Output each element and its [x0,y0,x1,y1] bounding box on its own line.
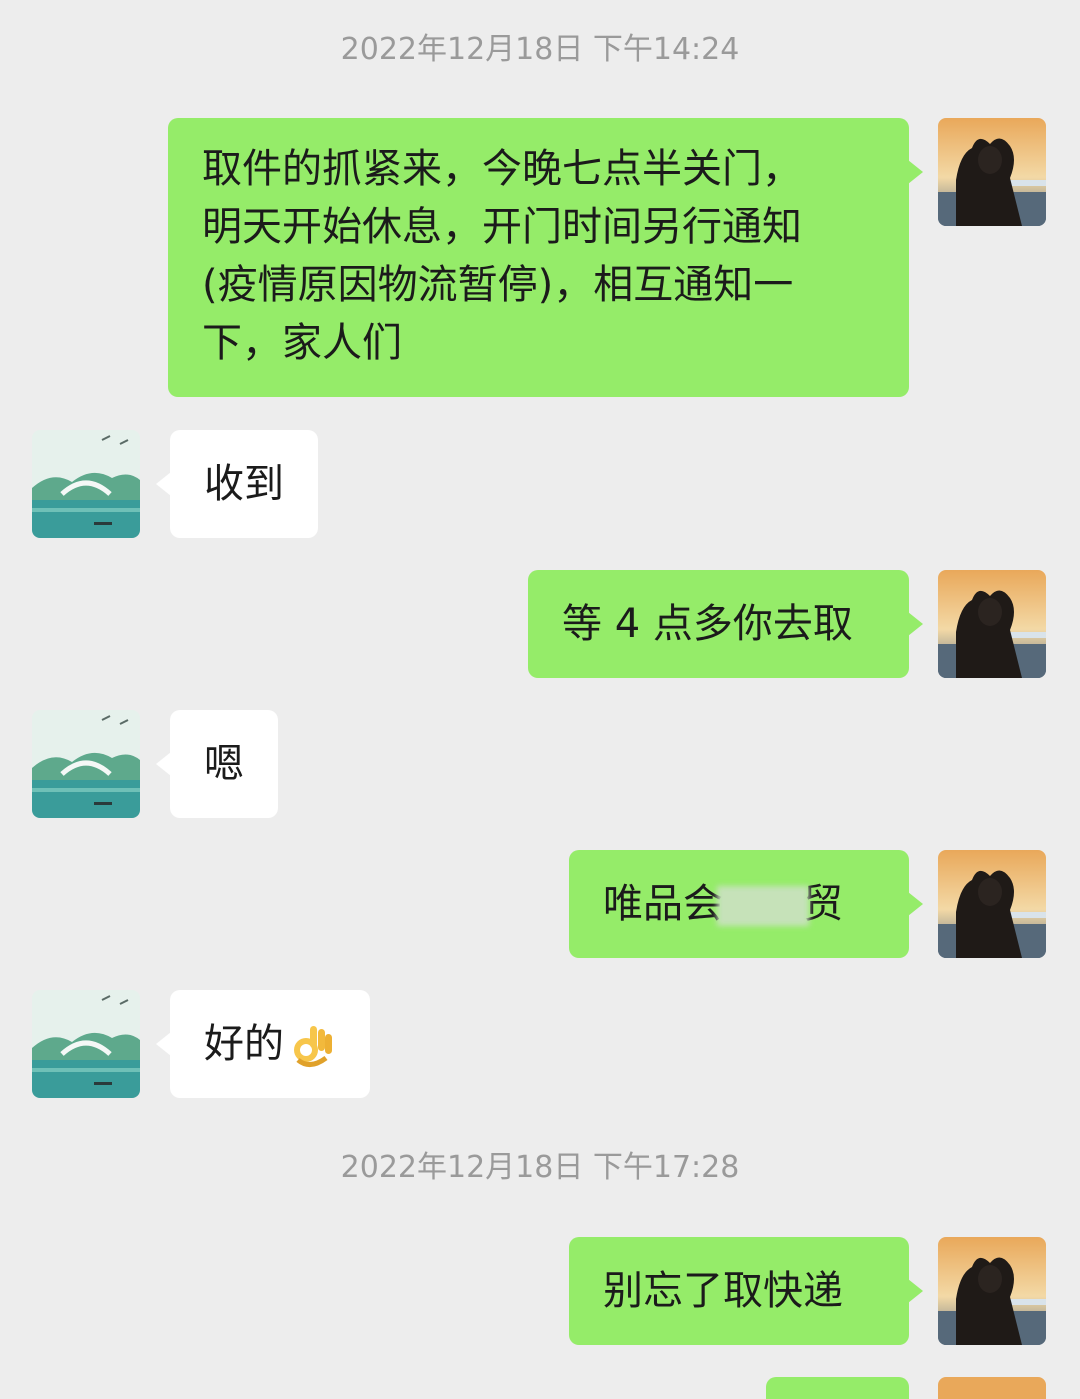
contact-avatar[interactable] [32,990,140,1098]
message-text: 别忘了取快递 [603,1268,843,1314]
message-line: 取件的抓紧来，今晚七点半关门， [202,146,802,192]
message-line: (疫情原因物流暂停)，相互通知一 [202,262,794,308]
message-text: 嗯 [204,741,244,787]
sunset-heart-hands-avatar-image [938,570,1046,678]
message-bubble-incoming[interactable]: 好的 [156,990,370,1098]
message-text: 贸 [803,881,843,927]
message-bubble-incoming[interactable]: 收到 [156,430,318,538]
message-text: 唯品会 [603,881,723,927]
message-bubble-outgoing[interactable]: 唯品会 贸 [569,850,923,958]
lake-bridge-landscape-avatar-image [32,710,140,818]
message-bubble-incoming[interactable]: 嗯 [156,710,278,818]
message-bubble-outgoing[interactable]: 等 4 点多你去取 [528,570,923,678]
my-avatar[interactable] [938,570,1046,678]
lake-bridge-landscape-avatar-image [32,430,140,538]
message-line: 明天开始休息，开门时间另行通知 [202,204,802,250]
sunset-heart-hands-avatar-image [938,1237,1046,1345]
contact-avatar[interactable] [32,710,140,818]
sunset-heart-hands-avatar-image [938,850,1046,958]
timestamp: 2022年12月18日 下午17:28 [340,1150,740,1185]
my-avatar-partial[interactable] [938,1377,1046,1399]
message-bubble-outgoing-partial[interactable] [766,1377,909,1399]
message-bubble-outgoing[interactable]: 取件的抓紧来，今晚七点半关门， 明天开始休息，开门时间另行通知 (疫情原因物流暂… [168,118,923,397]
message-text: 好的 [204,1021,284,1067]
my-avatar[interactable] [938,118,1046,226]
chat-message-list[interactable]: 2022年12月18日 下午14:24 取件的抓紧来，今晚七点半关门， 明天开始… [0,0,1080,1399]
timestamp: 2022年12月18日 下午14:24 [340,32,740,67]
redacted-text-blur [717,886,809,926]
my-avatar[interactable] [938,1237,1046,1345]
message-bubble-outgoing[interactable]: 别忘了取快递 [569,1237,923,1345]
message-text: 等 4 点多你去取 [562,601,853,647]
message-text: 收到 [204,461,284,507]
lake-bridge-landscape-avatar-image [32,990,140,1098]
ok-hand-emoji-icon [294,1026,332,1067]
sunset-heart-hands-avatar-image [938,118,1046,226]
my-avatar[interactable] [938,850,1046,958]
message-line: 下，家人们 [202,320,402,366]
contact-avatar[interactable] [32,430,140,538]
